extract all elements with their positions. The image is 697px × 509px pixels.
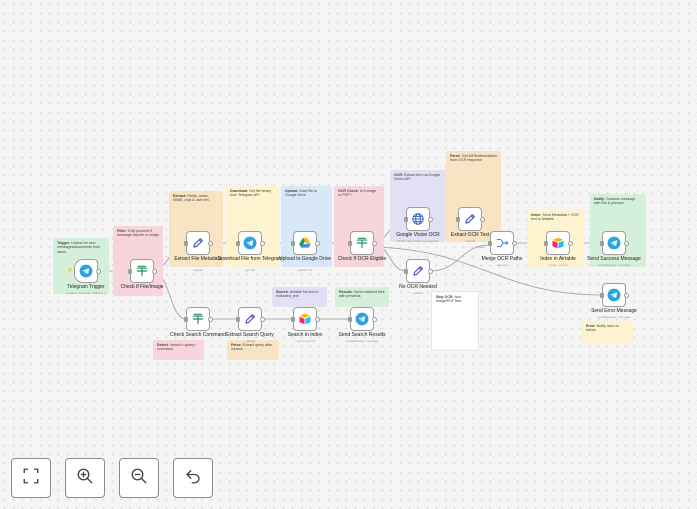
telegram-icon <box>243 236 257 250</box>
node-download[interactable] <box>236 231 265 255</box>
undo-icon <box>184 467 202 490</box>
telegram-icon <box>607 236 621 250</box>
node-subtitle: updates: message, callback_q <box>65 290 107 295</box>
output-handle[interactable] <box>372 317 377 322</box>
input-handle[interactable] <box>600 241 604 246</box>
output-handle[interactable] <box>568 241 573 246</box>
node-error[interactable] <box>600 283 629 307</box>
input-handle[interactable] <box>456 217 460 222</box>
output-handle[interactable] <box>512 241 517 246</box>
globe-icon <box>411 212 425 226</box>
reset-button[interactable] <box>173 458 213 498</box>
input-handle[interactable] <box>291 241 295 246</box>
node-checksearch[interactable] <box>184 307 213 331</box>
node-success[interactable] <box>600 231 629 255</box>
node-label: Send Error Message <box>591 308 637 314</box>
pencil-icon <box>463 212 477 226</box>
fit-icon <box>22 467 40 490</box>
input-handle[interactable] <box>600 293 604 298</box>
output-handle[interactable] <box>315 241 320 246</box>
edge-label-merge-input2: Input 2 <box>476 245 486 249</box>
node-checkfile[interactable] <box>128 259 157 283</box>
node-subtitle: sendMessage: message <box>597 314 631 319</box>
node-subtitle: sendMessage: message <box>597 262 631 267</box>
input-handle[interactable] <box>128 269 132 274</box>
zoom-out-icon <box>130 467 148 490</box>
zoom-in-button[interactable] <box>65 458 105 498</box>
output-handle[interactable] <box>428 269 433 274</box>
output-handle[interactable] <box>260 241 265 246</box>
node-ocreligible[interactable] <box>348 231 377 255</box>
node-searchindex[interactable] <box>291 307 320 331</box>
node-label: Check If OCR Eligible <box>337 256 387 262</box>
input-handle[interactable] <box>348 241 352 246</box>
telegram-icon <box>607 288 621 302</box>
node-noocr[interactable] <box>404 259 433 283</box>
node-label: No OCR Needed <box>399 284 437 290</box>
fit-view-button[interactable] <box>11 458 51 498</box>
zoom-in-icon <box>76 467 94 490</box>
input-handle[interactable] <box>184 317 188 322</box>
output-handle[interactable] <box>480 217 485 222</box>
node-sendresults[interactable] <box>348 307 377 331</box>
sticky-note-results[interactable]: Results: Send matched files with preview… <box>335 287 389 307</box>
input-handle[interactable] <box>291 317 295 322</box>
input-handle[interactable] <box>236 241 240 246</box>
airtable-icon <box>551 236 565 250</box>
output-handle[interactable] <box>208 317 213 322</box>
filter-icon <box>191 312 205 326</box>
output-handle[interactable] <box>260 317 265 322</box>
input-handle[interactable] <box>544 241 548 246</box>
sticky-note-error[interactable]: Error: Notify user on failure <box>582 321 633 344</box>
zoom-out-button[interactable] <box>119 458 159 498</box>
output-handle[interactable] <box>372 241 377 246</box>
node-merge[interactable] <box>488 231 517 255</box>
input-handle[interactable] <box>404 217 408 222</box>
sticky-note-detect[interactable]: Detect: /search <query> command <box>153 340 204 360</box>
drive-icon <box>298 236 312 250</box>
pencil-icon <box>243 312 257 326</box>
output-handle[interactable] <box>208 241 213 246</box>
output-handle[interactable] <box>152 269 157 274</box>
workflow-canvas[interactable]: true true false Input 1 Input 2 Trigger:… <box>0 0 697 509</box>
node-label: Send Success Message <box>587 256 641 262</box>
node-airtable[interactable] <box>544 231 573 255</box>
node-upload[interactable] <box>291 231 320 255</box>
input-handle[interactable] <box>488 241 492 246</box>
output-handle[interactable] <box>315 317 320 322</box>
node-extractquery[interactable] <box>236 307 265 331</box>
sticky-note-search[interactable]: Search: Airtable full-text in extracted_… <box>272 287 327 307</box>
input-handle[interactable] <box>404 269 408 274</box>
telegram-icon <box>355 312 369 326</box>
filter-icon <box>135 264 149 278</box>
input-handle[interactable] <box>184 241 188 246</box>
node-trigger[interactable] <box>74 259 101 283</box>
node-extractmeta[interactable] <box>184 231 213 255</box>
trigger-bolt-icon: ⚡ <box>66 268 74 274</box>
sticky-note-skipocr[interactable]: Skip OCR: Non-image/PDF files <box>431 291 479 351</box>
node-label: Send Search Results <box>338 332 386 338</box>
output-handle[interactable] <box>624 241 629 246</box>
node-extractocr[interactable] <box>456 207 485 231</box>
pencil-icon <box>411 264 425 278</box>
merge-icon <box>495 236 509 250</box>
output-handle[interactable] <box>96 269 101 274</box>
output-handle[interactable] <box>428 217 433 222</box>
filter-icon <box>355 236 369 250</box>
pencil-icon <box>191 236 205 250</box>
airtable-icon <box>298 312 312 326</box>
input-handle[interactable] <box>348 317 352 322</box>
telegram-icon <box>79 264 93 278</box>
node-label: Check If File/Image <box>120 284 164 290</box>
node-subtitle: upload: file <box>297 268 313 273</box>
sticky-note-parsequery[interactable]: Parse: Extract query after /search <box>227 340 279 360</box>
input-handle[interactable] <box>236 317 240 322</box>
node-subtitle: manual <box>413 290 423 295</box>
output-handle[interactable] <box>624 293 629 298</box>
node-subtitle: sendMessage: message <box>345 338 379 343</box>
node-vision[interactable] <box>404 207 433 231</box>
